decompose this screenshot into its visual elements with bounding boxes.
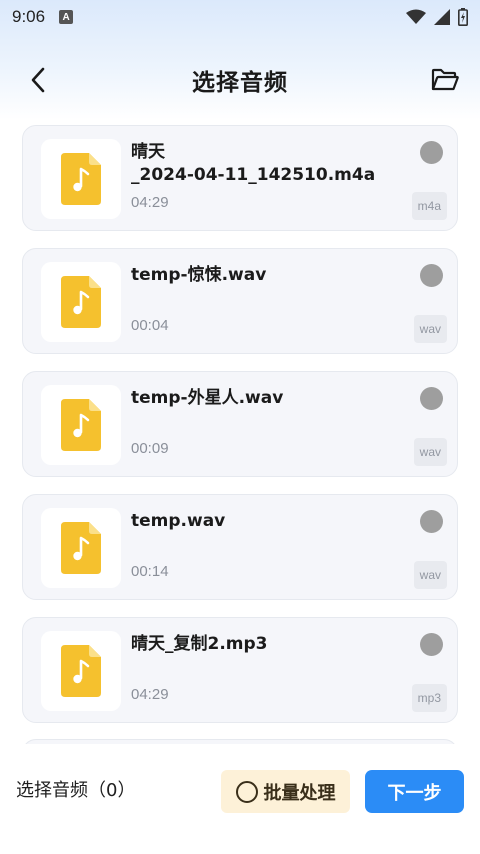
file-extension-badge: wav [413,315,447,343]
music-file-icon [61,399,101,451]
batch-process-button[interactable]: 批量处理 [221,770,350,813]
battery-icon [458,8,468,26]
file-extension-badge: wav [413,438,447,466]
file-name: temp-外星人.wav [131,388,284,408]
selected-count-label: 选择音频（0） [16,780,136,801]
app-header: 选择音频 [0,50,480,110]
music-file-icon [61,153,101,205]
file-duration: 00:09 [131,440,169,457]
folder-open-icon [431,68,459,91]
status-icons [406,8,468,26]
page-title: 选择音频 [192,70,288,96]
file-thumbnail [41,508,121,588]
status-time: 9:06 [12,7,46,26]
file-thumbnail [41,385,121,465]
file-name-line: 晴天 [131,142,165,162]
file-name: temp.wav [131,511,226,531]
audio-file-item[interactable]: temp-惊悚.wav 00:04 wav [22,248,458,354]
file-name-line: _2024-04-11_142510.m4a [131,165,376,185]
select-radio[interactable] [420,387,443,410]
file-duration: 00:14 [131,563,169,580]
notification-icon: A [59,10,74,24]
select-radio[interactable] [420,633,443,656]
next-step-button[interactable]: 下一步 [365,770,464,813]
music-file-icon [61,522,101,574]
file-name: 晴天_复制2.mp3 [131,634,268,654]
select-radio[interactable] [420,264,443,287]
bottom-action-bar: 选择音频（0） 批量处理 下一步 [0,744,480,854]
audio-file-item[interactable]: temp.wav 00:14 wav [22,494,458,600]
audio-file-item[interactable]: 晴天 _2024-04-11_142510.m4a 04:29 m4a [22,125,458,231]
chevron-left-icon [31,67,45,93]
file-duration: 00:04 [131,317,169,334]
file-thumbnail [41,139,121,219]
file-duration: 04:29 [131,194,169,211]
file-extension-badge: mp3 [411,684,447,712]
file-duration: 04:29 [131,686,169,703]
status-bar: 9:06 A [0,0,480,34]
select-radio[interactable] [420,510,443,533]
file-thumbnail [41,631,121,711]
audio-file-list[interactable]: 晴天 _2024-04-11_142510.m4a 04:29 m4a temp… [0,122,480,744]
signal-icon [434,9,450,25]
batch-process-label: 批量处理 [263,782,336,804]
select-radio[interactable] [420,141,443,164]
file-name: temp-惊悚.wav [131,265,267,285]
audio-file-item[interactable]: 晴天_复制2.mp3 04:29 mp3 [22,617,458,723]
music-file-icon [61,276,101,328]
file-name: 晴天 _2024-04-11_142510.m4a [131,141,391,187]
file-extension-badge: m4a [411,192,447,220]
audio-file-item[interactable]: temp-外星人.wav 00:09 wav [22,371,458,477]
circle-icon [235,780,258,803]
open-folder-button[interactable] [430,66,460,94]
music-file-icon [61,645,101,697]
back-button[interactable] [24,66,52,94]
file-extension-badge: wav [413,561,447,589]
file-thumbnail [41,262,121,342]
wifi-icon [406,9,426,24]
